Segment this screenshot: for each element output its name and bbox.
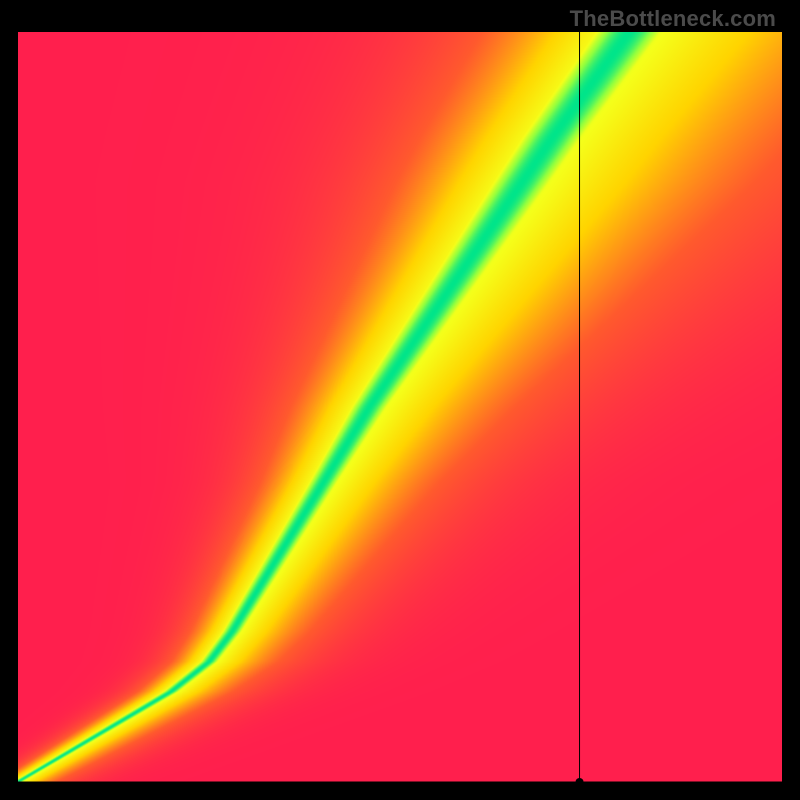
watermark-label: TheBottleneck.com (570, 6, 776, 32)
chart-frame: TheBottleneck.com (0, 0, 800, 800)
heatmap-canvas (18, 32, 782, 782)
plot-area (18, 32, 782, 782)
